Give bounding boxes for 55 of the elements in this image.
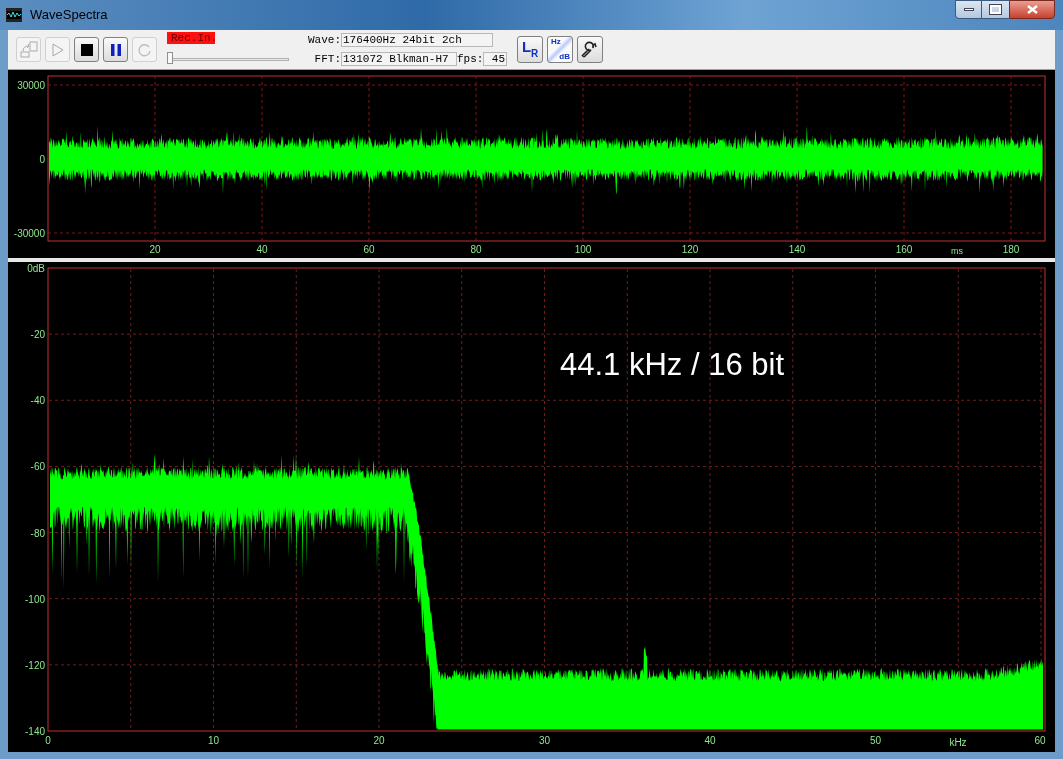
x-tick-label: 20 <box>149 244 161 255</box>
y-tick-label: -120 <box>25 659 45 671</box>
x-tick-label: 10 <box>207 735 220 746</box>
x-tick-label: 40 <box>256 244 268 255</box>
fft-label: FFT: <box>313 51 341 67</box>
close-icon <box>1026 5 1038 14</box>
settings-button[interactable] <box>577 36 603 63</box>
y-tick-label: -40 <box>30 395 45 407</box>
scale-button[interactable]: Hz dB <box>547 36 573 63</box>
y-tick-label: 0dB <box>27 263 45 274</box>
maximize-button[interactable] <box>982 0 1009 19</box>
x-tick-label: 60 <box>363 244 375 255</box>
y-tick-label: 30000 <box>17 80 45 91</box>
y-tick-label: -20 <box>30 329 45 341</box>
fps-label: fps: <box>457 51 483 67</box>
wave-format-field: 176400Hz 24bit 2ch <box>341 33 493 48</box>
minimize-button[interactable] <box>955 0 982 19</box>
refresh-icon <box>137 42 152 57</box>
x-tick-label: 60 <box>1034 735 1046 746</box>
stop-button[interactable] <box>74 37 99 62</box>
wave-label: Wave: <box>307 33 341 48</box>
y-tick-label: -100 <box>25 593 45 605</box>
y-tick-label: -30000 <box>13 228 45 239</box>
close-button[interactable] <box>1009 0 1055 19</box>
x-tick-label: 50 <box>869 735 882 746</box>
x-tick-label: 30 <box>538 735 551 746</box>
fft-field: 131072 Blkman-H7 <box>341 51 457 66</box>
export-icon <box>19 40 38 59</box>
wrench-icon <box>581 40 599 59</box>
pause-icon <box>109 43 122 56</box>
y-tick-label: -80 <box>30 527 45 539</box>
x-tick-label: 120 <box>681 244 699 255</box>
x-unit-label: ms <box>951 246 963 256</box>
window-title: WaveSpectra <box>30 6 108 25</box>
rec-input-label: Rec.In. <box>167 31 215 44</box>
x-tick-label: 160 <box>895 244 913 255</box>
x-tick-label: 140 <box>788 244 806 255</box>
y-tick-label: -140 <box>25 726 45 737</box>
x-tick-label: 100 <box>574 244 592 255</box>
x-tick-label: 180 <box>1002 244 1020 255</box>
x-tick-label: 20 <box>373 735 385 746</box>
x-tick-label: 0 <box>45 735 51 746</box>
play-icon <box>50 42 65 57</box>
pause-button[interactable] <box>103 37 128 62</box>
slider-thumb[interactable] <box>167 51 173 64</box>
rec-level-slider[interactable] <box>167 51 289 64</box>
stop-icon <box>80 43 93 56</box>
x-tick-label: 40 <box>704 735 716 746</box>
y-tick-label: 0 <box>39 154 45 165</box>
annotation-text: 44.1 kHz / 16 bit <box>560 347 784 382</box>
y-tick-label: -60 <box>30 461 45 473</box>
app-icon <box>6 8 22 22</box>
x-unit-label: kHz <box>949 737 967 748</box>
fps-field: 45 <box>483 51 507 66</box>
x-tick-label: 80 <box>470 244 482 255</box>
